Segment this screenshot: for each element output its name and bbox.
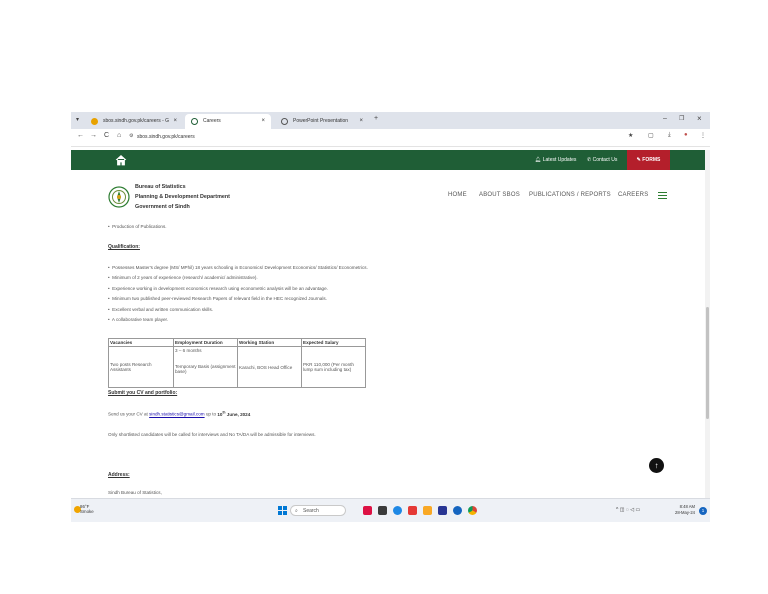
latest-updates-link[interactable]: 🔔︎ Latest Updates <box>535 155 576 165</box>
site-info-icon[interactable]: ⚙ <box>129 133 133 139</box>
tab-search-icon[interactable]: ▾ <box>76 116 79 123</box>
store-icon[interactable] <box>438 506 447 515</box>
windows-taskbar: 86°F Smoke ⌕ Search ^ ◫ ◌ ◁ ▭ 8:48 AM 28… <box>71 498 710 522</box>
app-icon[interactable] <box>363 506 372 515</box>
tab-careers[interactable]: Careers × <box>185 114 271 129</box>
menu-icon[interactable]: ⋮ <box>700 132 706 139</box>
address-bar: ← → C ⌂ ⚙ sbos.sindh.gov.pk/careers ★ ▢ … <box>71 129 710 147</box>
list-item: • Minimum two published peer-reviewed Re… <box>108 296 327 301</box>
extensions-icon[interactable]: ▢ <box>648 132 654 139</box>
sindh-government-logo[interactable] <box>108 185 130 209</box>
list-item: • Production of Publications. <box>108 224 167 229</box>
bookmark-star-icon[interactable]: ★ <box>628 132 633 139</box>
minimize-button[interactable]: – <box>663 115 667 122</box>
url-field[interactable]: sbos.sindh.gov.pk/careers <box>137 132 195 143</box>
org-name: Bureau of Statistics <box>135 184 186 190</box>
table-header: Employment Duration <box>173 338 238 347</box>
shortlist-note: Only shortlisted candidates will be call… <box>108 432 316 437</box>
system-tray[interactable]: ^ ◫ ◌ ◁ ▭ <box>616 507 640 513</box>
tab-sbos-search[interactable]: sbos.sindh.gov.pk/careers - G × <box>85 114 183 129</box>
arrow-up-icon: ↑ <box>654 461 659 470</box>
table-cell: Two posts Research Assistants <box>108 346 174 388</box>
site-top-bar: 🔔︎ Latest Updates ✆ Contact Us ✎ FORMS <box>71 150 710 170</box>
table-header: Expected Salary <box>301 338 366 347</box>
forms-button[interactable]: ✎ FORMS <box>627 150 670 170</box>
close-tab-icon[interactable]: × <box>359 114 363 129</box>
list-item: • Possesses Master's degree (MS/ MPhil) … <box>108 265 368 270</box>
org-department: Planning & Development Department <box>135 194 230 200</box>
nav-publications-reports[interactable]: PUBLICATIONS / REPORTS <box>529 192 611 198</box>
table-row: Two posts Research Assistants 3 – 6 mont… <box>108 346 366 388</box>
favicon-icon <box>281 118 288 125</box>
tab-label: sbos.sindh.gov.pk/careers - G <box>103 118 170 124</box>
qualification-heading: Qualification: <box>108 244 140 250</box>
tab-bar: ▾ sbos.sindh.gov.pk/careers - G × Career… <box>71 112 710 129</box>
submit-cv-heading: Submit you CV and portfolio: <box>108 390 178 396</box>
clock[interactable]: 8:48 AM 28-May-24 <box>675 504 695 516</box>
list-item: • Excellent verbal and written communica… <box>108 307 214 312</box>
battery-icon[interactable]: ▭ <box>636 507 641 513</box>
home-icon[interactable] <box>114 153 128 167</box>
reload-button[interactable]: C <box>104 132 109 139</box>
notification-badge[interactable]: 1 <box>699 507 707 515</box>
table-cell: PKR 110,000 (Per month lump sum includin… <box>301 346 366 388</box>
email-link[interactable]: sindh.statistics@gmail.com <box>149 412 204 417</box>
facebook-icon[interactable] <box>453 506 462 515</box>
youtube-icon[interactable] <box>408 506 417 515</box>
table-header: Working Station <box>237 338 302 347</box>
speaker-icon[interactable]: ◁ <box>630 507 634 513</box>
chevron-up-icon[interactable]: ^ <box>616 507 618 513</box>
wifi-icon[interactable]: ◌ <box>626 507 629 513</box>
task-view-icon[interactable] <box>378 506 387 515</box>
address-heading: Address: <box>108 472 130 478</box>
profile-icon[interactable]: ● <box>684 132 688 138</box>
tab-label: Careers <box>203 118 221 124</box>
search-icon: ⌕ <box>295 508 298 514</box>
hamburger-menu-icon[interactable] <box>658 192 667 200</box>
edge-icon[interactable] <box>393 506 402 515</box>
table-cell: Karachi, BOS Head Office <box>237 346 302 388</box>
submit-instructions: Send us your CV at sindh.statistics@gmai… <box>108 410 251 417</box>
close-tab-icon[interactable]: × <box>261 114 265 129</box>
scroll-to-top-button[interactable]: ↑ <box>649 458 664 473</box>
org-government: Government of Sindh <box>135 204 190 210</box>
close-tab-icon[interactable]: × <box>173 114 177 129</box>
taskbar-search-input[interactable]: ⌕ Search <box>290 505 346 516</box>
chrome-icon[interactable] <box>468 506 477 515</box>
weather-widget[interactable]: 86°F Smoke <box>80 504 94 514</box>
favicon-icon <box>191 118 198 125</box>
windows-start-icon[interactable] <box>278 506 287 515</box>
nav-careers[interactable]: CAREERS <box>618 192 648 198</box>
file-explorer-icon[interactable] <box>423 506 432 515</box>
vacancy-table: Vacancies Employment Duration Working St… <box>108 338 366 388</box>
list-item: • A collaborative team player. <box>108 317 169 322</box>
tab-powerpoint[interactable]: PowerPoint Presentation × <box>275 114 369 129</box>
bell-icon: 🔔︎ <box>535 157 543 163</box>
table-header: Vacancies <box>108 338 174 347</box>
restore-button[interactable]: ❐ <box>679 115 684 122</box>
forward-button[interactable]: → <box>90 132 97 139</box>
back-button[interactable]: ← <box>77 132 84 139</box>
list-item: • Experience working in development econ… <box>108 286 328 291</box>
nav-home[interactable]: HOME <box>448 192 467 198</box>
browser-window: ▾ sbos.sindh.gov.pk/careers - G × Career… <box>71 112 710 522</box>
new-tab-button[interactable]: + <box>374 115 378 122</box>
download-icon[interactable]: ⤓ <box>668 132 671 139</box>
table-header-row: Vacancies Employment Duration Working St… <box>108 338 366 347</box>
home-button[interactable]: ⌂ <box>117 132 121 139</box>
list-item: • Minimum of 2 years of experience (rese… <box>108 275 258 280</box>
scrollbar-thumb[interactable] <box>706 307 709 419</box>
tab-label: PowerPoint Presentation <box>293 118 349 124</box>
contact-us-link[interactable]: ✆ Contact Us <box>587 155 617 165</box>
close-window-button[interactable]: × <box>697 114 702 123</box>
table-cell: 3 – 6 months Temporary Basis (assignment… <box>173 346 238 388</box>
nav-about-sbos[interactable]: ABOUT SBOS <box>479 192 520 198</box>
address-line: Sindh Bureau of Statistics, <box>108 490 162 495</box>
favicon-icon <box>91 118 98 125</box>
